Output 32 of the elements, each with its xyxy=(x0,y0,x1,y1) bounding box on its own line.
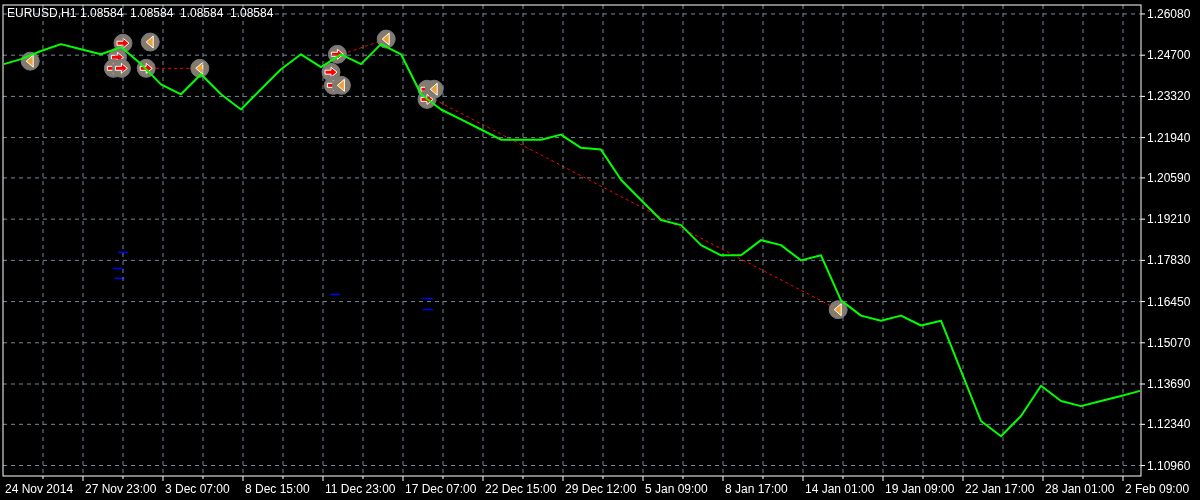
date-label: 19 Jan 09:00 xyxy=(885,482,955,496)
date-label: 14 Jan 01:00 xyxy=(805,482,875,496)
price-label: 1.21940 xyxy=(1147,130,1191,145)
date-label: 8 Dec 15:00 xyxy=(245,482,310,496)
price-label: 1.19210 xyxy=(1147,212,1191,227)
price-label: 1.24700 xyxy=(1147,48,1191,63)
price-label: 1.12340 xyxy=(1147,417,1191,432)
date-label: 22 Dec 15:00 xyxy=(485,482,557,496)
price-label: 1.16450 xyxy=(1147,294,1191,309)
quote-value: 1.08584 xyxy=(80,6,124,20)
price-label: 1.20590 xyxy=(1147,170,1191,185)
quote-value: 1.08584 xyxy=(130,6,174,20)
date-label: 27 Nov 23:00 xyxy=(85,482,157,496)
quote-value: 1.08584 xyxy=(230,6,274,20)
date-label: 22 Jan 17:00 xyxy=(965,482,1035,496)
date-label: 11 Dec 23:00 xyxy=(325,482,396,496)
date-label: 24 Nov 2014 xyxy=(5,482,74,496)
price-label: 1.10960 xyxy=(1147,458,1191,473)
date-label: 3 Dec 07:00 xyxy=(165,482,230,496)
price-label: 1.23320 xyxy=(1147,89,1191,104)
quote-value: 1.08584 xyxy=(180,6,224,20)
date-label: 28 Jan 01:00 xyxy=(1045,482,1115,496)
date-label: 5 Jan 09:00 xyxy=(645,482,708,496)
price-label: 1.15070 xyxy=(1147,335,1191,350)
date-label: 2 Feb 09:00 xyxy=(1125,482,1190,496)
date-label: 17 Dec 07:00 xyxy=(405,482,477,496)
price-label: 1.17830 xyxy=(1147,253,1191,268)
date-label: 29 Dec 12:00 xyxy=(565,482,637,496)
symbol-label: EURUSD,H1 xyxy=(7,6,77,20)
date-label: 8 Jan 17:00 xyxy=(725,482,788,496)
price-label: 1.26080 xyxy=(1147,6,1191,21)
price-label: 1.13690 xyxy=(1147,377,1191,391)
